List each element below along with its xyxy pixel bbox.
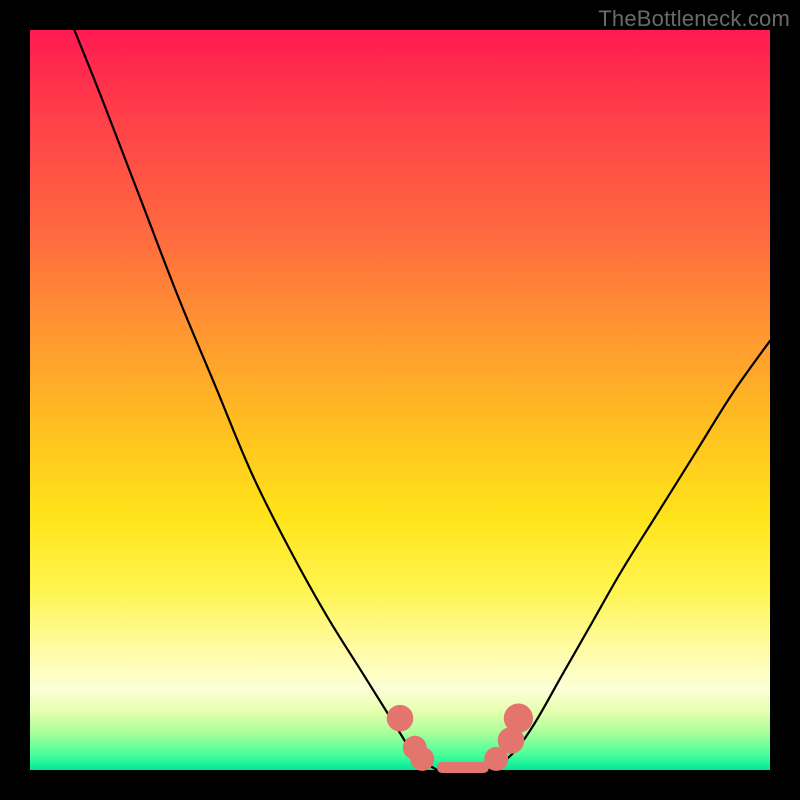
right-branch-curve bbox=[489, 341, 770, 770]
curve-layer bbox=[30, 30, 770, 770]
plot-area bbox=[30, 30, 770, 770]
outer-frame: TheBottleneck.com bbox=[0, 0, 800, 800]
curve-marker bbox=[410, 747, 434, 771]
valley-markers bbox=[387, 704, 533, 771]
curve-marker bbox=[504, 704, 533, 733]
valley-floor-bar bbox=[437, 762, 489, 773]
watermark-text: TheBottleneck.com bbox=[598, 6, 790, 32]
left-branch-curve bbox=[74, 30, 437, 770]
curve-marker bbox=[387, 705, 414, 732]
